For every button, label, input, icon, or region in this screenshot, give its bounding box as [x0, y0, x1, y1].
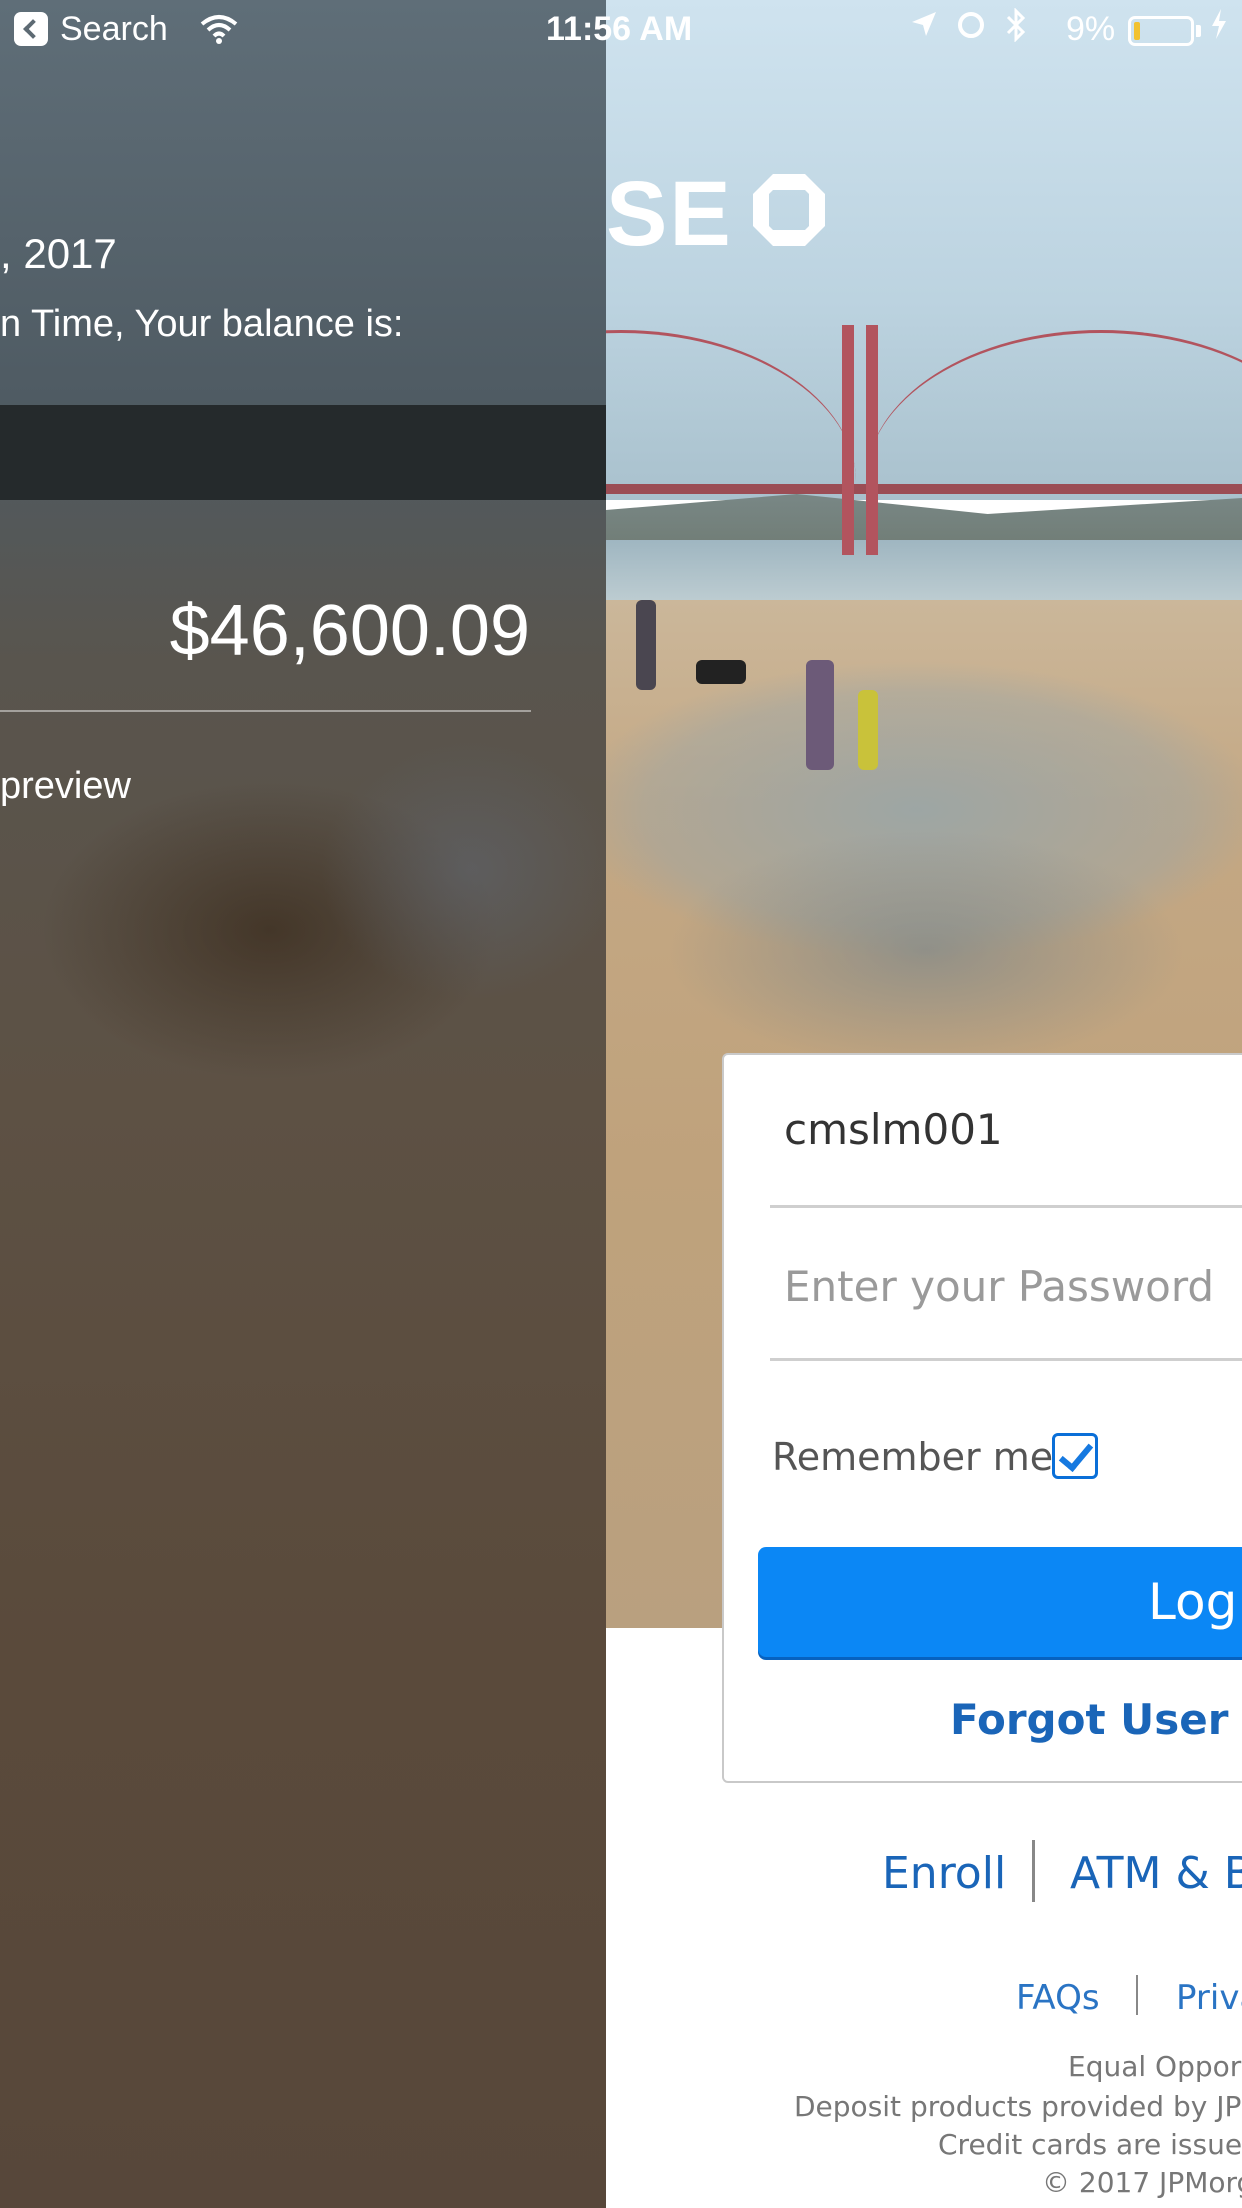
balance-amount: $46,600.09	[169, 591, 530, 671]
photo-person	[806, 660, 834, 770]
remember-me-label: Remember me	[772, 1435, 1054, 1479]
enroll-link[interactable]: Enroll	[882, 1848, 1006, 1899]
privacy-link[interactable]: Priva	[1176, 1978, 1242, 2018]
back-chevron-icon[interactable]	[14, 12, 48, 46]
wifi-icon	[200, 14, 238, 53]
forgot-user-id-link[interactable]: Forgot User ID	[950, 1695, 1242, 1744]
location-arrow-icon	[910, 10, 938, 46]
login-button[interactable]: Log	[758, 1547, 1242, 1657]
username-field[interactable]: cmslm001	[784, 1105, 1003, 1154]
footer-divider	[1032, 1840, 1035, 1902]
battery-icon	[1128, 16, 1194, 46]
charging-icon	[1210, 8, 1228, 48]
bluetooth-icon	[1005, 7, 1027, 51]
atm-branch-link[interactable]: ATM & Br	[1070, 1848, 1242, 1899]
password-field[interactable]	[774, 1251, 1242, 1321]
photo-dog	[696, 660, 746, 684]
background-blur-secondary	[320, 740, 606, 1000]
preview-date-text: , 2017	[0, 230, 117, 277]
login-screen: SE cmslm001 Remember me Log Forgot User …	[606, 0, 1242, 2208]
chase-octagon-icon	[749, 170, 829, 250]
battery-percent: 9%	[1066, 10, 1116, 48]
faqs-link[interactable]: FAQs	[1016, 1978, 1100, 2018]
legal-line: Equal Opportu	[1068, 2050, 1242, 2083]
status-bar: Search 11:56 AM 9%	[0, 0, 1242, 60]
balance-preview-panel[interactable]: , 2017 n Time, Your balance is: $46,600.…	[0, 0, 606, 2208]
back-to-search-link[interactable]: Search	[60, 10, 168, 49]
brand-logo-text: SE	[606, 163, 733, 265]
status-time: 11:56 AM	[546, 10, 693, 48]
battery-level-fill	[1134, 22, 1140, 40]
footer-divider	[1136, 1975, 1138, 2015]
remember-me-checkbox[interactable]	[1052, 1433, 1098, 1479]
battery-tip	[1196, 25, 1201, 37]
photo-person	[858, 690, 878, 770]
preview-balance-caption: n Time, Your balance is:	[0, 303, 404, 345]
alarm-icon	[958, 12, 984, 38]
legal-line: © 2017 JPMorga	[1042, 2166, 1242, 2199]
hero-creek-shadow	[666, 830, 1186, 1070]
legal-line: Deposit products provided by JPMorg	[794, 2090, 1242, 2123]
password-underline	[770, 1358, 1242, 1361]
legal-line: Credit cards are issued by	[938, 2128, 1242, 2161]
login-card: cmslm001 Remember me Log Forgot User ID	[722, 1053, 1242, 1783]
preview-label: preview	[0, 765, 131, 807]
photo-person	[636, 600, 656, 690]
preview-header-bar	[0, 405, 606, 500]
username-underline	[770, 1205, 1242, 1208]
balance-divider	[0, 710, 531, 712]
